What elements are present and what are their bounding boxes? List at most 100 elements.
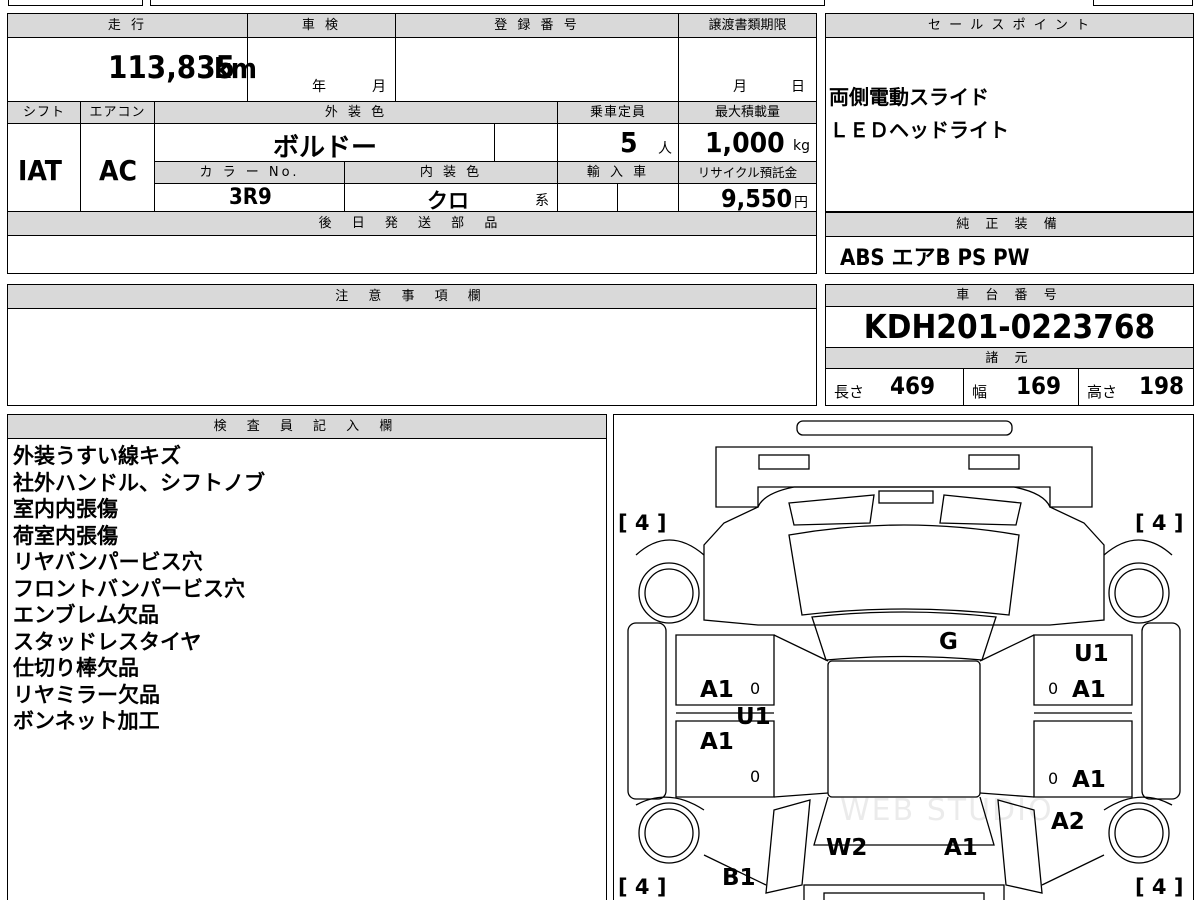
note-item: 外装うすい線キズ [13,444,181,468]
height-value: 198 [1139,372,1185,400]
recycle-unit: 円 [794,195,808,211]
width-label: 幅 [972,383,988,401]
color-no-cell: 3R9 [155,184,345,212]
later-parts-label: 後 日 発 送 部 品 [8,212,816,236]
ac-value: AC [99,154,137,187]
note-item: スタッドレスタイヤ [13,629,202,654]
import-cell-a [558,184,618,212]
max-load-value: 1,000 [705,126,785,159]
chassis-label: 車 台 番 号 [826,285,1193,307]
registration-cell [396,38,679,102]
equipment-label: 純 正 装 備 [826,213,1193,237]
caution-label: 注 意 事 項 欄 [8,285,816,309]
mark-zero-right-front: 0 [1048,679,1059,698]
recycle-label: リサイクル預託金 [679,162,816,184]
tire-fl: [ 4 ] [618,511,667,535]
top-strip [0,0,1200,6]
width-cell: 幅 169 [964,369,1079,405]
capacity-cell: 5 人 [558,124,679,162]
mileage-cell: 113,835 km [8,38,257,102]
capacity-value: 5 [620,126,638,159]
shaken-label: 車 検 [248,14,396,38]
note-item: 荷室内張傷 [13,523,118,548]
caution-box: 注 意 事 項 欄 [7,284,817,406]
ac-cell: AC [81,124,155,212]
note-item: リヤミラー欠品 [13,682,160,707]
exterior-color-value: ボルドー [273,133,378,163]
exterior-color-cell: ボルドー [155,124,495,163]
max-load-unit: kg [793,138,810,154]
import-label: 輸 入 車 [558,162,679,184]
capacity-label: 乗車定員 [558,102,679,124]
inspector-notes: 外装うすい線キズ 社外ハンドル、シフトノブ 室内内張傷 荷室内張傷 リヤバンパー… [13,443,265,735]
sales-point-1: 両側電動スライド [829,85,989,109]
equipment-box: 純 正 装 備 ABS エアB PS PW [825,212,1194,274]
tire-rr: [ 4 ] [1135,875,1184,899]
mark-a1-left-rear: A1 [700,729,734,755]
length-cell: 長さ 469 [826,369,964,405]
mark-a1-right-front: A1 [1072,677,1106,703]
mark-g: G [939,629,958,655]
vehicle-info-table: 走 行 車 検 登 録 番 号 譲渡書類期限 113,835 km 年 月 月 … [7,13,817,274]
recycle-cell: 9,550 円 [679,184,816,213]
mark-b1: B1 [722,865,756,891]
interior-color-value: クロ [427,189,469,213]
registration-label: 登 録 番 号 [396,14,679,38]
note-item: 仕切り棒欠品 [13,656,139,680]
sales-points-box: セ ー ル ス ポ イ ン ト 両側電動スライド ＬＥＤヘッドライト [825,13,1194,212]
note-item: エンブレム欠品 [13,603,159,627]
capacity-unit: 人 [658,141,672,157]
inspector-label: 検 査 員 記 入 欄 [8,415,606,439]
interior-color-unit: 系 [535,193,549,209]
length-value: 469 [890,372,936,400]
chassis-box: 車 台 番 号 KDH201-0223768 諸 元 長さ 469 幅 169 … [825,284,1194,406]
tire-fr: [ 4 ] [1135,511,1184,535]
exterior-extra-cell [495,124,558,162]
sales-points-label: セ ー ル ス ポ イ ン ト [826,14,1193,38]
mark-zero-right-rear: 0 [1048,769,1059,788]
exterior-color-label: 外 装 色 [155,102,558,124]
mark-zero-left-rear: 0 [750,767,761,786]
width-value: 169 [1016,372,1062,400]
transfer-day: 日 [791,79,805,95]
mark-a1-right-rear: A1 [1072,767,1106,793]
inspector-box: 検 査 員 記 入 欄 外装うすい線キズ 社外ハンドル、シフトノブ 室内内張傷 … [7,414,607,900]
note-item: リヤバンパービス穴 [13,550,203,574]
chassis-number: KDH201-0223768 [863,307,1156,346]
later-parts-area [8,236,816,273]
shaken-month: 月 [372,79,386,95]
mark-u1-left: U1 [736,704,771,730]
note-item: 室内内張傷 [13,497,118,521]
shaken-cell: 年 月 [248,38,396,102]
color-no-value: 3R9 [229,185,272,210]
mark-zero-left-front: 0 [750,679,761,698]
max-load-label: 最大積載量 [679,102,816,124]
equipment-value: ABS エアB PS PW [840,246,1030,271]
mark-a1-back: A1 [944,835,978,861]
height-cell: 高さ 198 [1079,369,1193,405]
transfer-month: 月 [733,79,747,95]
shift-value: IAT [18,154,62,187]
spec-label: 諸 元 [826,347,1193,369]
height-label: 高さ [1087,383,1118,401]
watermark: WEB STUDIO [840,793,1054,828]
mark-w2: W2 [826,835,868,861]
note-item: 社外ハンドル、シフトノブ [13,470,265,495]
mark-u1-right: U1 [1074,641,1109,667]
color-no-label: カ ラ ー No. [155,162,345,184]
shaken-year: 年 [312,79,326,95]
note-item: ボンネット加工 [13,709,160,733]
note-item: フロントバンパービス穴 [13,576,246,601]
shift-cell: IAT [8,124,81,212]
shift-label: シフト [8,102,81,124]
length-label: 長さ [834,383,865,401]
recycle-value: 9,550 [721,184,793,213]
transfer-deadline-label: 譲渡書類期限 [679,14,816,38]
sales-point-2: ＬＥＤヘッドライト [829,118,1009,142]
transfer-deadline-cell: 月 日 [679,38,816,102]
tire-rl: [ 4 ] [618,875,667,899]
interior-color-label: 内 装 色 [345,162,558,184]
max-load-cell: 1,000 kg [679,124,816,162]
damage-diagram: [ 4 ] [ 4 ] [ 4 ] [ 4 ] G U1 A1 0 A1 0 U… [613,414,1194,900]
mark-a1-left-front: A1 [700,677,734,703]
